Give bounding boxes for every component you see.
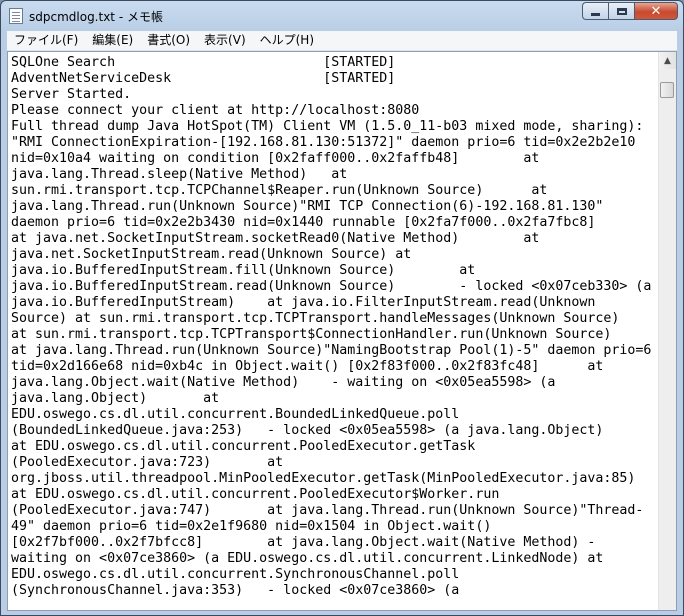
close-button[interactable]: ✕: [634, 2, 678, 20]
scroll-thumb[interactable]: [660, 82, 674, 98]
text-line: at EDU.oswego.cs.dl.util.concurrent.Pool…: [11, 487, 500, 502]
text-line: at EDU.oswego.cs.dl.util.concurrent.Pool…: [11, 439, 476, 454]
minimize-button[interactable]: [582, 2, 608, 20]
maximize-icon: [616, 7, 627, 15]
notepad-window: sdpcmdlog.txt - メモ帳 ✕ ファイル(F) 編集(E) 書式(O…: [0, 0, 684, 616]
text-line: java.lang.Object) at: [11, 391, 220, 406]
minimize-icon: [591, 12, 600, 16]
text-line: Server Started.: [11, 87, 132, 102]
text-line: java.io.BufferedInputStream.fill(Unknown…: [11, 263, 476, 278]
text-line: [0x2f7bf000..0x2f7bfcc8] at java.lang.Ob…: [11, 535, 596, 550]
notepad-icon[interactable]: [9, 8, 23, 24]
up-arrow-icon: ▲: [664, 55, 671, 66]
text-line: java.io.BufferedInputStream.read(Unknown…: [11, 279, 652, 294]
text-line: (PooledExecutor.java:723) at: [11, 455, 284, 470]
menu-view[interactable]: 表示(V): [197, 31, 253, 50]
text-line: EDU.oswego.cs.dl.util.concurrent.Synchro…: [11, 567, 460, 582]
maximize-button[interactable]: [608, 2, 634, 20]
vertical-scrollbar[interactable]: ▲: [658, 52, 676, 610]
text-line: sun.rmi.transport.tcp.TCPChannel$Reaper.…: [11, 183, 548, 198]
menu-bar: ファイル(F) 編集(E) 書式(O) 表示(V) ヘルプ(H): [7, 31, 677, 51]
text-line: daemon prio=6 tid=0x2e2b3430 nid=0x1440 …: [11, 215, 596, 230]
text-line: at java.net.SocketInputStream.socketRead…: [11, 231, 540, 246]
document-text: SQLOne Search [STARTED] AdventNetService…: [11, 55, 656, 599]
close-icon: ✕: [650, 3, 662, 19]
text-line: Full thread dump Java HotSpot(TM) Client…: [11, 119, 644, 134]
text-line: java.lang.Object.wait(Native Method) - w…: [11, 375, 556, 390]
text-line: 49" daemon prio=6 tid=0x2e1f9680 nid=0x1…: [11, 519, 492, 534]
text-editor[interactable]: SQLOne Search [STARTED] AdventNetService…: [11, 55, 656, 607]
text-line: java.lang.Thread.sleep(Native Method) at: [11, 167, 348, 182]
text-line: tid=0x2d166e68 nid=0xb4c in Object.wait(…: [11, 359, 604, 374]
text-line: waiting on <0x07ce3860> (a EDU.oswego.cs…: [11, 551, 604, 566]
text-line: (PooledExecutor.java:747) at java.lang.T…: [11, 503, 644, 518]
text-line: (SynchronousChannel.java:353) - locked <…: [11, 583, 460, 598]
text-line: java.io.BufferedInputStream) at java.io.…: [11, 295, 596, 310]
text-line: java.lang.Thread.run(Unknown Source)"RMI…: [11, 199, 604, 214]
editor-area: SQLOne Search [STARTED] AdventNetService…: [7, 51, 677, 611]
text-line: (BoundedLinkedQueue.java:253) - locked <…: [11, 423, 604, 438]
text-line: Please connect your client at http://loc…: [11, 103, 420, 118]
text-line: "RMI ConnectionExpiration-[192.168.81.13…: [11, 135, 636, 150]
menu-edit[interactable]: 編集(E): [85, 31, 140, 50]
text-line: org.jboss.util.threadpool.MinPooledExecu…: [11, 471, 636, 486]
scroll-up-button[interactable]: ▲: [659, 52, 676, 69]
menu-format[interactable]: 書式(O): [140, 31, 197, 50]
text-line: at java.lang.Thread.run(Unknown Source)"…: [11, 343, 652, 358]
window-title: sdpcmdlog.txt - メモ帳: [29, 10, 163, 24]
text-line: Source) at sun.rmi.transport.tcp.TCPTran…: [11, 311, 620, 326]
text-line: SQLOne Search [STARTED]: [11, 55, 396, 70]
menu-help[interactable]: ヘルプ(H): [253, 31, 321, 50]
text-line: AdventNetServiceDesk [STARTED]: [11, 71, 396, 86]
text-line: nid=0x10a4 waiting on condition [0x2faff…: [11, 151, 540, 166]
text-line: java.net.SocketInputStream.read(Unknown …: [11, 247, 412, 262]
text-line: EDU.oswego.cs.dl.util.concurrent.Bounded…: [11, 407, 460, 422]
title-bar[interactable]: sdpcmdlog.txt - メモ帳 ✕: [1, 1, 683, 31]
text-line: at sun.rmi.transport.tcp.TCPTransport$Co…: [11, 327, 612, 342]
caption-buttons: ✕: [582, 2, 678, 22]
menu-file[interactable]: ファイル(F): [7, 31, 85, 50]
